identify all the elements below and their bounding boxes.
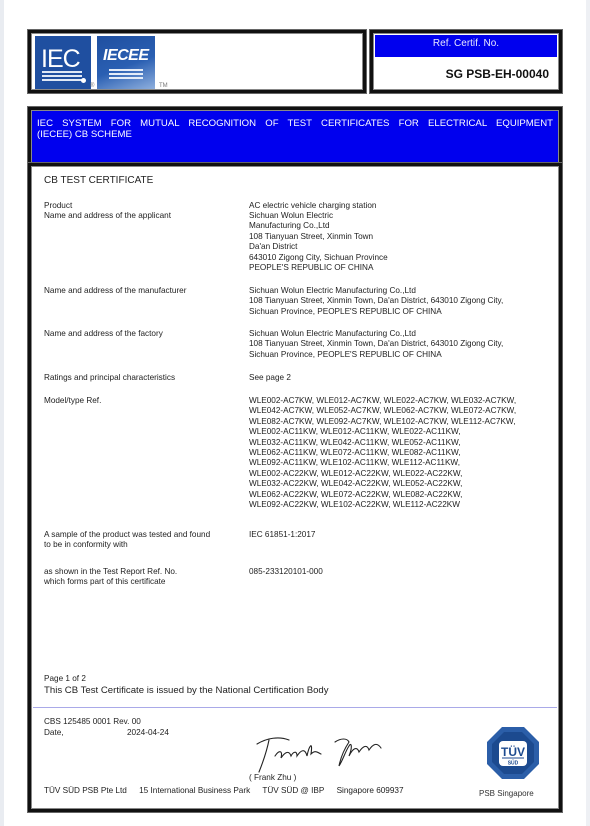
model-line: WLE062-AC22KW, WLE072-AC22KW, WLE082-AC2… — [249, 489, 463, 499]
model-line: WLE002-AC22KW, WLE012-AC22KW, WLE022-AC2… — [249, 468, 463, 478]
field-value: IEC 61851-1:2017 — [249, 530, 316, 539]
model-line: WLE062-AC11KW, WLE072-AC11KW, WLE082-AC1… — [249, 448, 461, 458]
field-label: Ratings and principal characteristics — [44, 373, 176, 382]
iecee-logo-icon: IECEE — [97, 36, 155, 89]
field-value-line: PEOPLE'S REPUBLIC OF CHINA — [249, 263, 374, 273]
field-value-line: Sichuan Province, PEOPLE'S REPUBLIC OF C… — [249, 306, 442, 316]
model-line: WLE002-AC11KW, WLE012-AC11KW, WLE022-AC1… — [249, 427, 461, 437]
scheme-banner-line-2: (IECEE) CB SCHEME — [37, 129, 132, 140]
scheme-banner-line-1: IEC SYSTEM FOR MUTUAL RECOGNITION OF TES… — [37, 118, 553, 129]
model-line: WLE092-AC22KW, WLE102-AC22KW, WLE112-AC2… — [249, 500, 460, 510]
field-label-line: to be in conformity with — [44, 540, 128, 550]
ref-certificate-box: Ref. Certif. No. SG PSB-EH-00040 — [370, 30, 562, 93]
signature-icon — [256, 737, 382, 773]
model-line: WLE002-AC7KW, WLE012-AC7KW, WLE022-AC7KW… — [249, 396, 517, 405]
field-value: AC electric vehicle charging station — [249, 201, 377, 210]
field-label: Model/type Ref. — [44, 396, 102, 405]
field-label: Name and address of the factory — [44, 329, 163, 338]
scheme-banner: IEC SYSTEM FOR MUTUAL RECOGNITION OF TES… — [28, 107, 562, 167]
certificate-title: CB TEST CERTIFICATE — [44, 175, 154, 186]
iecee-logo-text: IECEE — [103, 47, 149, 64]
field-value-line: Sichuan Wolun Electric Manufacturing Co.… — [249, 329, 416, 338]
model-line: WLE092-AC11KW, WLE102-AC11KW, WLE112-AC1… — [249, 458, 460, 468]
field-value-line: Sichuan Wolun Electric Manufacturing Co.… — [249, 286, 416, 295]
field-value-line: 108 Tianyuan Street, Xinmin Town, Da'an … — [249, 339, 504, 349]
field-value-line: 108 Tianyuan Street, Xinmin Town, Da'an … — [249, 296, 504, 306]
tuv-logo-caption: PSB Singapore — [479, 789, 534, 798]
signatory-name: ( Frank Zhu ) — [249, 773, 297, 782]
issuer-street: 15 International Business Park — [139, 786, 251, 795]
certificate-body: CB TEST CERTIFICATE Product AC electric … — [28, 163, 562, 812]
field-value-line: Manufacturing Co.,Ltd — [249, 221, 330, 231]
issued-by-statement: This CB Test Certificate is issued by th… — [44, 685, 329, 696]
ref-certificate-label: Ref. Certif. No. — [375, 35, 557, 57]
issuer-city: Singapore 609937 — [336, 786, 404, 795]
registered-mark: ® — [90, 83, 95, 89]
tuv-logo-subtext: SÜD — [508, 760, 519, 767]
page-right-edge — [586, 0, 590, 826]
field-label: Product — [44, 201, 73, 210]
field-value: See page 2 — [249, 373, 291, 382]
field-value-line: Da'an District — [249, 242, 298, 252]
scheme-banner-text: IEC SYSTEM FOR MUTUAL RECOGNITION OF TES… — [37, 118, 553, 140]
tuv-sud-logo-icon: TÜV SÜD — [487, 727, 539, 779]
field-label-line: which forms part of this certificate — [44, 577, 166, 587]
field-label: Name and address of the applicant — [44, 211, 171, 220]
field-value-line: 108 Tianyuan Street, Xinmin Town — [249, 231, 374, 241]
issuer-address: TÜV SÜD PSB Pte Ltd 15 International Bus… — [44, 786, 414, 795]
field-label: Name and address of the manufacturer — [44, 286, 187, 295]
field-value-line: Sichuan Wolun Electric — [249, 211, 334, 220]
field-label-line: as shown in the Test Report Ref. No. — [44, 567, 178, 576]
footer-divider — [33, 707, 557, 708]
page-number: Page 1 of 2 — [44, 674, 86, 683]
field-label-line: A sample of the product was tested and f… — [44, 530, 211, 539]
trademark-mark: TM — [159, 83, 168, 89]
field-value-line: 643010 Zigong City, Sichuan Province — [249, 252, 388, 262]
model-line: WLE082-AC7KW, WLE092-AC7KW, WLE102-AC7KW… — [249, 416, 516, 426]
date-value: 2024-04-24 — [127, 728, 169, 737]
issuer-building: TÜV SÜD @ IBP — [262, 786, 325, 795]
field-value-line: Sichuan Province, PEOPLE'S REPUBLIC OF C… — [249, 349, 442, 359]
ref-certificate-number: SG PSB-EH-00040 — [445, 67, 549, 81]
iec-logo-icon: IEC — [35, 36, 91, 89]
tuv-logo-text: TÜV — [501, 744, 525, 759]
model-line: WLE032-AC22KW, WLE042-AC22KW, WLE052-AC2… — [249, 479, 463, 489]
page-left-edge — [0, 0, 4, 826]
field-value: 085-233120101-000 — [249, 567, 323, 576]
model-line: WLE032-AC11KW, WLE042-AC11KW, WLE052-AC1… — [249, 437, 461, 447]
model-line: WLE042-AC7KW, WLE052-AC7KW, WLE062-AC7KW… — [249, 406, 517, 416]
issuer-company: TÜV SÜD PSB Pte Ltd — [44, 786, 127, 795]
document-ref-code: CBS 125485 0001 Rev. 00 — [44, 717, 141, 726]
date-label: Date, — [44, 728, 64, 737]
logo-box: IEC ® IECEE TM — [28, 30, 366, 93]
